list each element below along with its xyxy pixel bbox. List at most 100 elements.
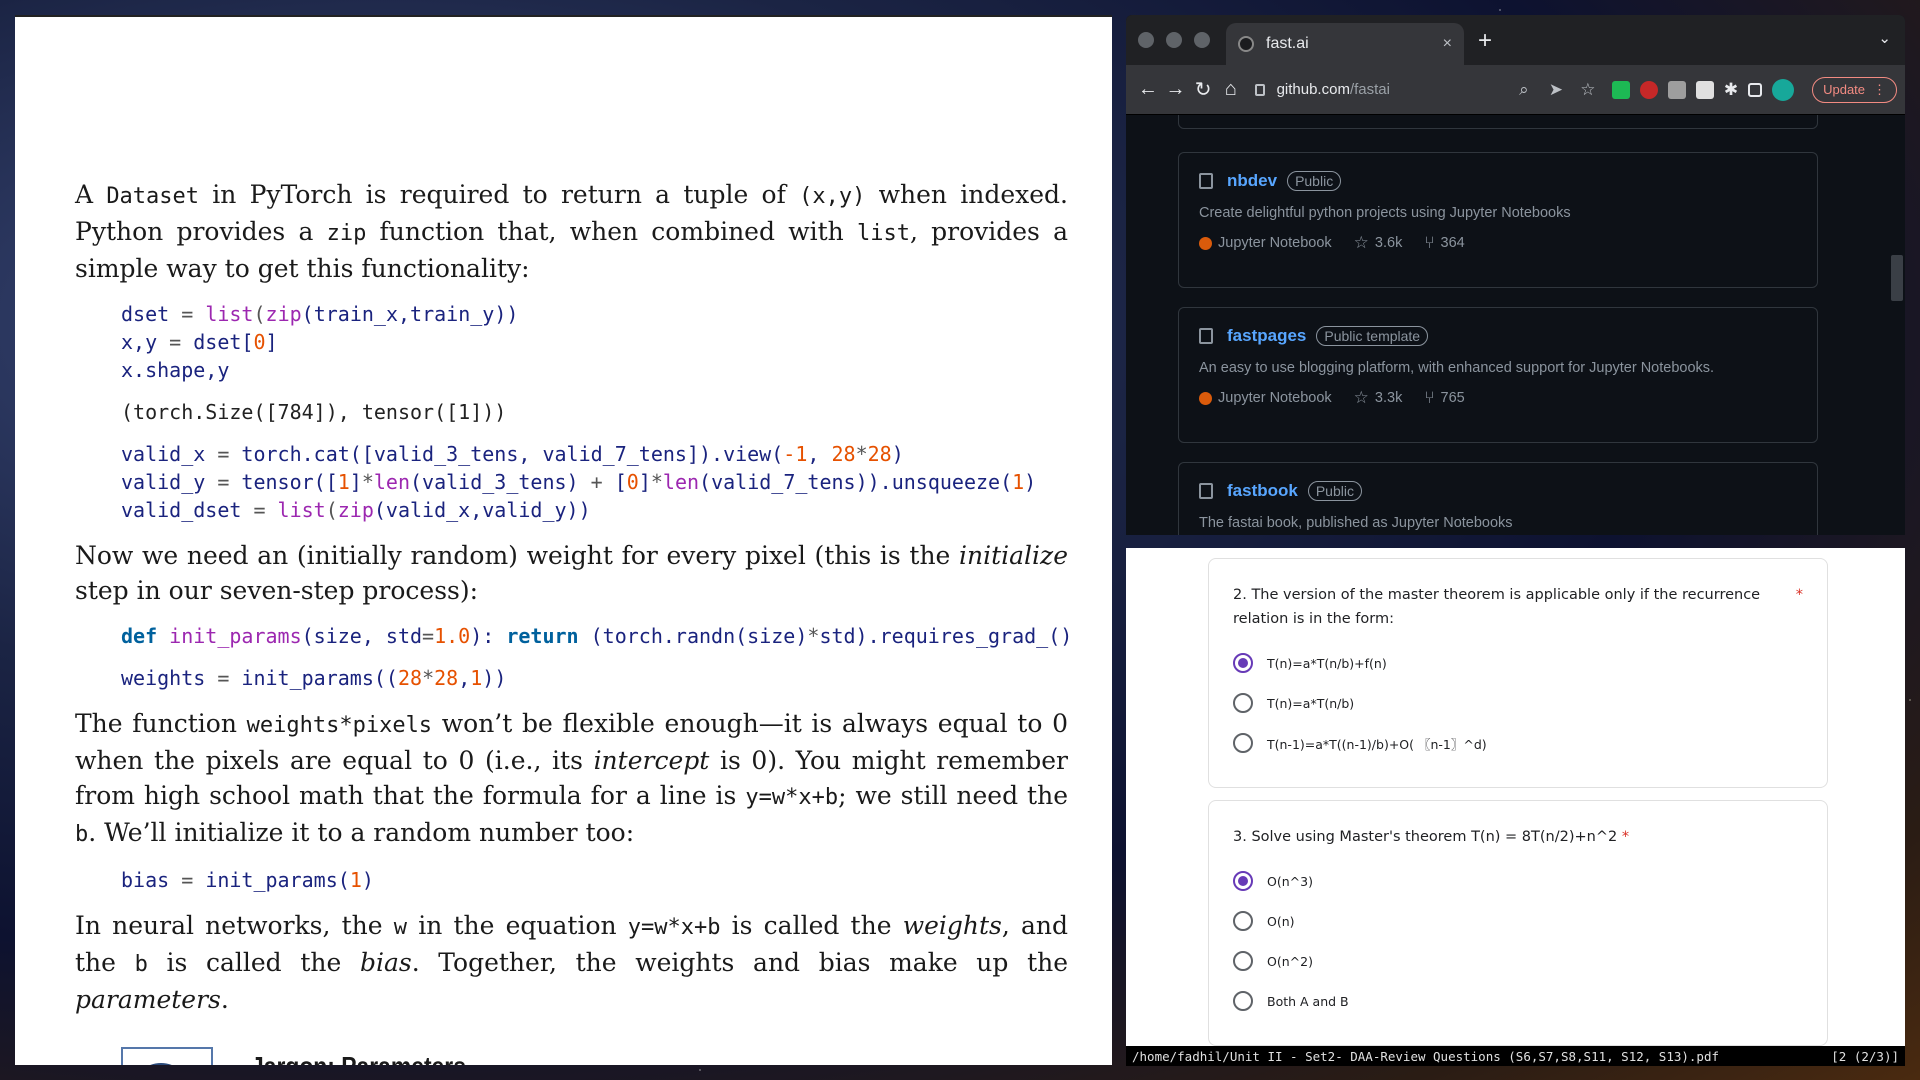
repo-link[interactable]: fastpages: [1227, 326, 1306, 346]
radio-option[interactable]: T(n)=a*T(n/b)+f(n): [1233, 643, 1803, 683]
inline-code: y=w*x+b: [745, 785, 839, 810]
code-token: init_params: [169, 624, 302, 648]
star-count: 3.6k: [1374, 235, 1403, 251]
radio-option[interactable]: O(n): [1233, 901, 1803, 941]
radio-option[interactable]: Both A and B: [1233, 981, 1803, 1021]
jargon-bird-icon: [121, 1047, 213, 1065]
code-token: 28: [434, 666, 459, 690]
update-label: Update: [1823, 81, 1866, 97]
code-block-valid: valid_x = torch.cat([valid_3_tens, valid…: [121, 440, 1068, 524]
repo-link[interactable]: fastbook: [1227, 481, 1298, 501]
fork-icon: ⑂: [1424, 388, 1435, 407]
text-run: function that, when combined with: [366, 217, 857, 246]
bookmark-star-icon[interactable]: ☆: [1576, 80, 1600, 100]
inline-code: y=w*x+b: [627, 915, 721, 940]
radio-selected[interactable]: [1233, 871, 1253, 891]
stars-link[interactable]: ☆ 3.6k: [1354, 233, 1403, 253]
close-window-button[interactable]: [1138, 32, 1154, 48]
emphasis-text: intercept: [593, 746, 710, 775]
text-run: in the equation: [407, 911, 628, 940]
code-token: (: [253, 302, 266, 326]
text-run: Now we need an (initially random) weight…: [75, 541, 959, 570]
code-token: ]: [638, 470, 651, 494]
extensions-area: ✱ Update ⋮: [1611, 76, 1898, 103]
code-token: 1.0: [434, 624, 471, 648]
fork-count: 765: [1440, 390, 1465, 406]
emphasis-text: bias: [359, 948, 412, 977]
inline-code: list: [856, 221, 910, 246]
radio-option[interactable]: T(n)=a*T(n/b): [1233, 683, 1803, 723]
zoom-icon[interactable]: ⌕: [1512, 80, 1536, 100]
puzzle-extensions-icon[interactable]: ✱: [1724, 80, 1738, 100]
language-dot-icon: [1199, 391, 1212, 405]
repo-icon: [1199, 483, 1213, 499]
repo-link[interactable]: nbdev: [1227, 171, 1277, 191]
radio-option[interactable]: O(n^2): [1233, 941, 1803, 981]
code-token: =: [217, 666, 242, 690]
update-button[interactable]: Update ⋮: [1812, 76, 1898, 103]
home-icon[interactable]: ⌂: [1217, 78, 1245, 101]
ublock-icon[interactable]: [1639, 80, 1658, 99]
page-scrollbar[interactable]: [1891, 255, 1903, 301]
code-token: ,: [807, 442, 832, 466]
inline-code: b: [75, 822, 89, 847]
radio-unselected[interactable]: [1233, 951, 1253, 971]
radio-selected[interactable]: [1233, 653, 1253, 673]
radio-unselected[interactable]: [1233, 693, 1253, 713]
code-token: 0: [253, 330, 266, 354]
send-icon[interactable]: ➤: [1544, 80, 1568, 100]
pdf-viewer-pane[interactable]: A Dataset in PyTorch is required to retu…: [15, 15, 1112, 1065]
profile-avatar[interactable]: [1772, 78, 1795, 101]
radio-option[interactable]: O(n^3): [1233, 861, 1803, 901]
radio-unselected[interactable]: [1233, 733, 1253, 753]
extension-green-icon[interactable]: [1611, 80, 1630, 99]
option-label: O(n^3): [1267, 873, 1313, 889]
back-icon[interactable]: ←: [1134, 78, 1162, 101]
forks-link[interactable]: ⑂ 364: [1424, 233, 1464, 253]
extension-grey-icon[interactable]: [1695, 80, 1714, 99]
radio-unselected[interactable]: [1233, 911, 1253, 931]
reload-icon[interactable]: ↻: [1189, 77, 1217, 102]
stars-link[interactable]: ☆ 3.3k: [1354, 388, 1403, 408]
address-bar[interactable]: github.com/fastai: [1254, 81, 1462, 98]
code-token: ): [1024, 470, 1037, 494]
jargon-title: Jargon: Parameters: [251, 1051, 466, 1065]
code-token: 28: [397, 666, 423, 690]
forks-link[interactable]: ⑂ 765: [1424, 388, 1464, 408]
tab-bar: fast.ai × + ⌄: [1126, 15, 1905, 65]
window-controls: [1138, 32, 1210, 48]
radio-option[interactable]: T(n-1)=a*T((n-1)/b)+O( 〖n-1〗^d): [1233, 723, 1803, 763]
paragraph-dataset: A Dataset in PyTorch is required to retu…: [75, 177, 1068, 286]
radio-unselected[interactable]: [1233, 991, 1253, 1011]
tab-fastai[interactable]: fast.ai ×: [1226, 23, 1464, 65]
tab-close-icon[interactable]: ×: [1443, 35, 1452, 53]
code-token: (valid_7_tens)).unsqueeze(: [699, 470, 1013, 494]
github-icon: [1238, 36, 1254, 52]
text-run: ; we still need the: [838, 781, 1068, 810]
menu-kebab-icon: ⋮: [1873, 81, 1887, 97]
minimize-window-button[interactable]: [1166, 32, 1182, 48]
fork-icon: ⑂: [1424, 233, 1435, 252]
side-panel-icon[interactable]: [1748, 82, 1763, 97]
code-line: valid_dset = list(zip(valid_x,valid_y)): [121, 496, 1068, 524]
forward-icon[interactable]: →: [1162, 78, 1190, 101]
tab-search-icon[interactable]: ⌄: [1878, 29, 1891, 47]
repo-card-fastbook: fastbook Public The fastai book, publish…: [1178, 462, 1818, 535]
required-asterisk: *: [1795, 587, 1803, 603]
repo-language: Jupyter Notebook: [1218, 390, 1332, 406]
new-tab-button[interactable]: +: [1478, 27, 1492, 55]
inline-code: zip: [326, 221, 367, 246]
text-run: . We’ll initialize it to a random number…: [88, 818, 635, 847]
inline-code: weights*pixels: [246, 713, 433, 738]
inline-code: w: [393, 915, 408, 940]
maximize-window-button[interactable]: [1194, 32, 1210, 48]
text-run: . Together, the weights and bias make up…: [411, 948, 1069, 977]
code-line: x.shape,y: [121, 356, 1068, 384]
star-count: 3.3k: [1374, 390, 1403, 406]
repo-card-previous: [1178, 115, 1818, 129]
code-token: ): [891, 442, 904, 466]
code-line: valid_x = torch.cat([valid_3_tens, valid…: [121, 440, 1068, 468]
code-token: 28: [867, 442, 892, 466]
code-token: ,: [458, 666, 471, 690]
extension-gear-icon[interactable]: [1667, 80, 1686, 99]
